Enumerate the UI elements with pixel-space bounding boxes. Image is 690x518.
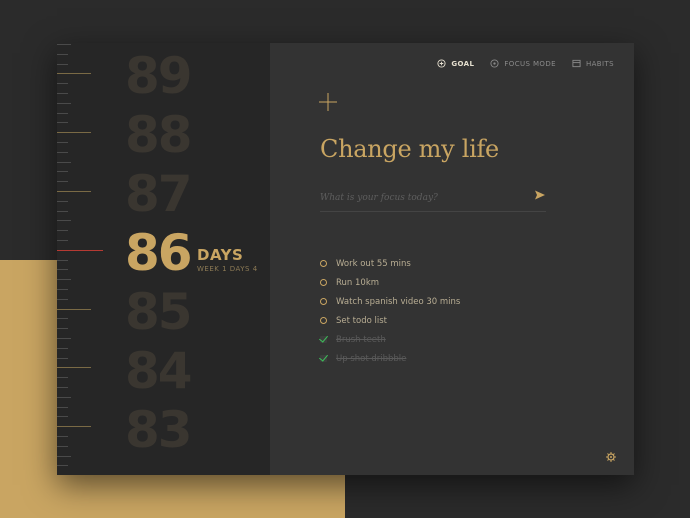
top-nav: GOAL FOCUS MODE HABITS bbox=[437, 59, 614, 68]
ruler-tick bbox=[57, 210, 68, 212]
ruler-tick bbox=[57, 93, 68, 94]
ruler-tick bbox=[57, 122, 68, 124]
day-number: 88 bbox=[125, 106, 193, 164]
ruler-tick bbox=[57, 240, 68, 241]
ruler-tick bbox=[57, 289, 68, 290]
day-number: 84 bbox=[125, 342, 193, 400]
ruler-tick bbox=[57, 426, 91, 428]
day-number: 89 bbox=[125, 47, 193, 105]
ruler-tick bbox=[57, 308, 91, 310]
goal-icon bbox=[437, 59, 446, 68]
goal-panel: GOAL FOCUS MODE HABITS Change my life Wh… bbox=[270, 43, 634, 475]
day-number: 87 bbox=[125, 165, 193, 223]
nav-focus-mode-label: FOCUS MODE bbox=[504, 59, 556, 68]
focus-field bbox=[320, 185, 546, 212]
week-day-label: WEEK 1 DAYS 4 bbox=[197, 265, 258, 273]
ruler-tick bbox=[57, 249, 103, 251]
todo-item-done[interactable]: Brush teeth bbox=[320, 330, 460, 349]
gear-icon[interactable] bbox=[606, 452, 616, 462]
ruler-tick bbox=[57, 367, 91, 369]
ruler-tick bbox=[57, 396, 71, 398]
todo-circle-icon[interactable] bbox=[320, 260, 327, 267]
ruler-tick bbox=[57, 445, 68, 447]
ruler-tick bbox=[57, 200, 68, 202]
current-day-number: 86 bbox=[125, 224, 193, 282]
todo-text: Up shot dribbble bbox=[336, 353, 407, 364]
todo-item[interactable]: Run 10km bbox=[320, 273, 460, 292]
todo-text: Watch spanish video 30 mins bbox=[336, 296, 461, 307]
todo-circle-icon[interactable] bbox=[320, 298, 327, 305]
todo-text: Run 10km bbox=[336, 277, 380, 288]
todo-circle-icon[interactable] bbox=[320, 279, 327, 286]
goal-title: Change my life bbox=[320, 135, 499, 163]
ruler-tick bbox=[57, 220, 71, 222]
ruler-tick bbox=[57, 347, 68, 349]
ruler-tick bbox=[57, 181, 68, 183]
todo-item-done[interactable]: Up shot dribbble bbox=[320, 349, 460, 368]
todo-text: Brush teeth bbox=[336, 334, 386, 345]
checkmark-icon[interactable] bbox=[320, 336, 327, 343]
ruler-tick bbox=[57, 416, 68, 418]
ruler-tick bbox=[57, 53, 68, 55]
nav-habits[interactable]: HABITS bbox=[572, 59, 614, 68]
todo-item[interactable]: Watch spanish video 30 mins bbox=[320, 292, 460, 311]
ruler-tick bbox=[57, 44, 71, 45]
ruler-tick bbox=[57, 279, 71, 281]
ruler-tick bbox=[57, 151, 68, 153]
ruler-tick bbox=[57, 338, 71, 339]
ruler-tick bbox=[57, 406, 68, 408]
ruler-tick bbox=[57, 387, 68, 388]
nav-focus-mode[interactable]: FOCUS MODE bbox=[490, 59, 556, 68]
todo-list: Work out 55 mins Run 10km Watch spanish … bbox=[320, 254, 460, 368]
ruler-tick bbox=[57, 73, 91, 75]
ruler-tick bbox=[57, 269, 68, 271]
ruler-tick bbox=[57, 63, 68, 65]
todo-item[interactable]: Work out 55 mins bbox=[320, 254, 460, 273]
ruler-tick bbox=[57, 83, 68, 85]
focus-icon bbox=[490, 59, 499, 68]
nav-goal[interactable]: GOAL bbox=[437, 59, 474, 68]
ruler-tick bbox=[57, 132, 91, 134]
ruler-tick bbox=[57, 328, 68, 330]
nav-goal-label: GOAL bbox=[451, 59, 475, 68]
ruler-tick bbox=[57, 191, 91, 192]
habits-icon bbox=[572, 59, 581, 68]
ruler-tick bbox=[57, 318, 68, 320]
ruler-tick bbox=[57, 357, 68, 359]
ruler-tick bbox=[57, 465, 68, 467]
countdown-panel: 89 88 87 86 85 84 83 DAYS WEEK 1 DAYS 4 bbox=[57, 43, 270, 475]
day-number: 85 bbox=[125, 283, 193, 341]
ruler-tick bbox=[57, 102, 71, 104]
focus-input[interactable] bbox=[320, 187, 520, 209]
todo-circle-icon[interactable] bbox=[320, 317, 327, 324]
ruler-tick bbox=[57, 171, 68, 173]
ruler-tick bbox=[57, 377, 68, 379]
nav-habits-label: HABITS bbox=[585, 59, 614, 68]
todo-text: Work out 55 mins bbox=[336, 258, 411, 269]
ruler-tick bbox=[57, 298, 68, 300]
ruler-tick bbox=[57, 259, 68, 261]
checkmark-icon[interactable] bbox=[320, 355, 327, 362]
ruler-tick bbox=[57, 161, 71, 163]
ruler-tick bbox=[57, 455, 71, 457]
todo-text: Set todo list bbox=[336, 315, 387, 326]
days-unit-label: DAYS bbox=[197, 246, 244, 264]
app-window: 89 88 87 86 85 84 83 DAYS WEEK 1 DAYS 4 … bbox=[57, 43, 634, 475]
plus-icon[interactable] bbox=[319, 93, 337, 111]
ruler-tick bbox=[57, 142, 68, 143]
ruler-tick bbox=[57, 230, 68, 232]
day-number: 83 bbox=[125, 401, 193, 459]
send-arrow-icon[interactable] bbox=[534, 189, 546, 201]
ruler-tick bbox=[57, 436, 68, 437]
day-ruler bbox=[57, 43, 105, 475]
ruler-tick bbox=[57, 112, 68, 114]
todo-item[interactable]: Set todo list bbox=[320, 311, 460, 330]
